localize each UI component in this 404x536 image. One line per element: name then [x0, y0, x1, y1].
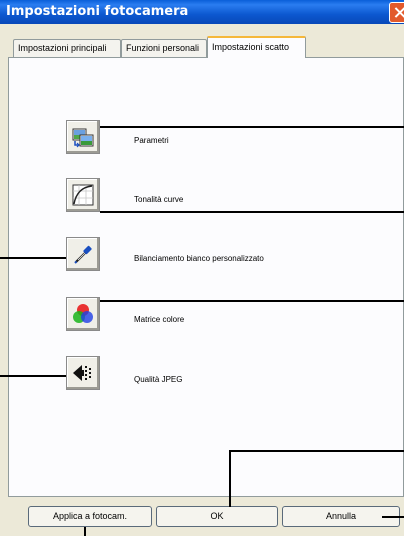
tone-curve-icon [72, 184, 94, 206]
parameters-icon [72, 128, 94, 148]
color-matrix-label: Matrice colore [134, 315, 185, 324]
jpeg-quality-icon [73, 365, 91, 381]
apply-to-camera-button[interactable]: Applica a fotocam. [28, 506, 152, 527]
title-bar[interactable]: Impostazioni fotocamera [0, 0, 404, 24]
eyedropper-icon [74, 245, 92, 264]
jpeg-quality-button[interactable] [66, 356, 100, 390]
callout-line-apply [84, 527, 86, 536]
callout-line-cancel [382, 516, 404, 518]
parameters-label: Parametri [134, 136, 169, 145]
callout-line-white-balance [0, 257, 66, 259]
tone-curve-label: Tonalità curve [134, 195, 184, 204]
color-matrix-icon [73, 304, 93, 323]
white-balance-label: Bilanciamento bianco personalizzato [134, 254, 264, 263]
tone-curve-button[interactable] [66, 178, 100, 212]
close-button[interactable] [389, 2, 404, 23]
tab-main-settings[interactable]: Impostazioni principali [13, 39, 121, 57]
window-title: Impostazioni fotocamera [6, 4, 189, 19]
color-matrix-button[interactable] [66, 297, 100, 331]
callout-line-color-matrix [100, 300, 404, 302]
callout-line-ok-vertical [229, 450, 231, 507]
callout-line-jpeg-quality [0, 375, 66, 377]
parameters-button[interactable] [66, 120, 100, 154]
callout-line-ok-horizontal [229, 450, 404, 452]
tab-shooting-settings[interactable]: Impostazioni scatto [207, 36, 306, 58]
jpeg-quality-label: Qualità JPEG [134, 375, 183, 384]
white-balance-button[interactable] [66, 237, 100, 271]
tab-custom-functions[interactable]: Funzioni personali [121, 39, 207, 57]
camera-settings-dialog: Impostazioni fotocamera Impostazioni pri… [0, 0, 404, 536]
callout-line-parameters [100, 126, 404, 128]
ok-button[interactable]: OK [156, 506, 278, 527]
callout-line-tone-curve [100, 211, 404, 213]
